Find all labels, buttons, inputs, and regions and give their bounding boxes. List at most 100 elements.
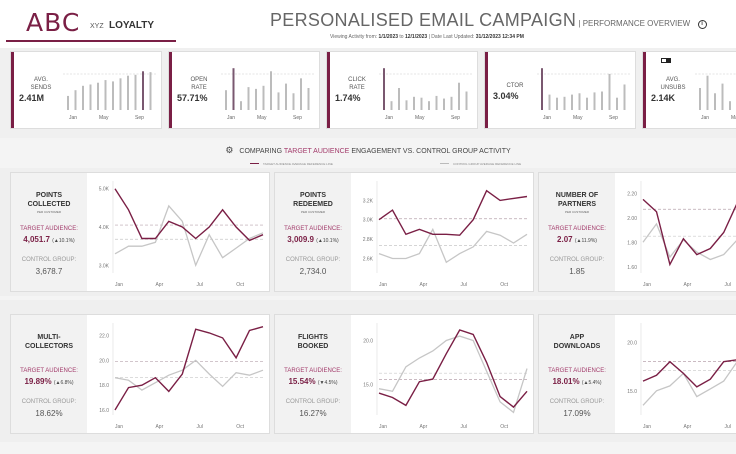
panel-row-1: POINTS COLLECTED PER CUSTOMER TARGET AUDIEN… [0,168,736,296]
kpi-bar [721,83,724,110]
logo-abc: ABC [26,8,81,37]
kpi-bar [548,94,551,110]
target-audience-label: TARGET AUDIENCE: [548,368,606,374]
metric-panel[interactable]: POINTS REDEEMED PER CUSTOMER TARGET AUDIENC… [274,172,534,292]
kpi-strip: AVG. SENDS 2.41M Jan May Sep OPEN RATE 57.71% Jan… [0,48,736,138]
metric-name-line: COLLECTORS [24,343,74,350]
y-tick-label: 4.0K [99,225,110,231]
kpi-bar [67,95,69,110]
toggle-icon[interactable] [661,58,671,63]
panel-row-2: MULTI- COLLECTORS TARGET AUDIENCE: 19.89% (… [0,300,736,442]
legend-target-swatch [250,163,259,164]
gear-icon[interactable]: ⚙ [225,145,233,156]
kpi-card[interactable]: CLICK RATE 1.74% Jan May Sep [326,51,478,129]
kpi-bar [262,85,265,110]
kpi-card[interactable]: AVG. UNSUBS 2.14K Jan May [642,51,736,129]
kpi-bar [119,78,122,110]
metric-panel[interactable]: NUMBER OF PARTNERS PER CUSTOMER TARGET AUDI… [538,172,736,292]
kpi-bar [465,91,468,110]
kpi-month-label: Sep [451,115,460,121]
target-audience-line [378,329,528,409]
kpi-bar [563,96,566,110]
kpi-bar [149,72,152,110]
kpi-month-label: May [573,115,583,121]
x-tick-label: Jan [115,424,123,430]
updated-label: | Date Last Updated: [428,34,475,40]
viewing-prefix: Viewing Activity from: [330,34,378,40]
metric-panel[interactable]: FLIGHTS BOOKED TARGET AUDIENCE: 15.54% (▼4.… [274,314,534,434]
kpi-bar-chart [537,68,631,110]
kpi-bar [307,88,310,110]
y-tick-label: 22.0 [99,333,109,339]
legend: TARGET AUDIENCE AVERAGE REFERENCE LINE C… [0,160,736,168]
header: ABC XYZ LOYALTY PERSONALISED EMAIL CAMPA… [0,0,736,48]
kpi-bar [616,97,618,110]
control-group-label: CONTROL GROUP: [285,257,341,263]
kpi-bar [277,92,280,110]
target-change: (▲11.9%) [574,238,597,244]
x-tick-label: Oct [236,424,244,430]
kpi-bar [428,101,430,110]
metric-panel[interactable]: APP DOWNLOADS TARGET AUDIENCE: 18.01% (▲5.4… [538,314,736,434]
x-tick-label: Jan [643,282,651,288]
target-audience-value: 2.07 (▲11.9%) [539,235,615,244]
y-tick-label: 16.0 [99,408,109,414]
metric-name-line: POINTS [299,192,327,199]
target-audience-label: TARGET AUDIENCE: [548,226,606,232]
target-audience-label: TARGET AUDIENCE: [20,226,78,232]
x-tick-label: Oct [236,282,244,288]
compare-heading: ⚙ COMPARING TARGET AUDIENCE ENGAGEMENT VS… [0,138,736,160]
logo-xyz: XYZ [90,23,104,30]
x-tick-label: Jul [461,424,467,430]
control-group-value: 16.27% [299,409,327,418]
panel-info: APP DOWNLOADS TARGET AUDIENCE: 18.01% (▲5.4… [539,315,615,433]
kpi-bar [593,92,596,110]
metric-line-chart: 1.60 1.80 2.00 2.20 Jan Apr Jul [627,181,736,288]
y-tick-label: 1.80 [627,240,637,246]
kpi-card[interactable]: AVG. SENDS 2.41M Jan May Sep [10,51,162,129]
kpi-card[interactable]: OPEN RATE 57.71% Jan May Sep [168,51,320,129]
x-tick-label: Apr [683,424,691,430]
kpi-accent [327,52,330,128]
kpi-month-label: May [257,115,267,121]
kpi-bar [586,97,588,110]
legend-control-label: CONTROL GROUP AVERAGE REFERENCE LINE [453,162,522,166]
metric-panel[interactable]: POINTS COLLECTED PER CUSTOMER TARGET AUDIEN… [10,172,270,292]
y-tick-label: 1.60 [627,265,637,271]
kpi-bar [247,87,250,110]
panel-info: FLIGHTS BOOKED TARGET AUDIENCE: 15.54% (▼4.… [275,315,351,433]
kpi-label: RATE [191,85,207,91]
kpi-value: 2.41M [19,93,45,103]
metric-panel[interactable]: MULTI- COLLECTORS TARGET AUDIENCE: 19.89% (… [10,314,270,434]
target-audience-label: TARGET AUDIENCE: [284,226,342,232]
kpi-card[interactable]: CTOR 3.04% Jan May Sep [484,51,636,129]
metric-name-line: POINTS [35,192,63,199]
logo[interactable]: ABC XYZ LOYALTY [6,6,176,46]
x-tick-label: Jan [115,282,123,288]
kpi-label: SENDS [30,85,52,91]
panel-info: NUMBER OF PARTNERS PER CUSTOMER TARGET AUDI… [539,173,615,291]
y-tick-label: 15.0 [363,382,373,388]
metric-name-line: COLLECTED [27,201,71,208]
panel-info: POINTS REDEEMED PER CUSTOMER TARGET AUDIENC… [275,173,351,291]
metric-name-line: PARTNERS [558,201,596,208]
title-sub: PERFORMANCE OVERVIEW [582,19,691,28]
control-group-value: 18.62% [35,409,63,418]
y-tick-label: 20.0 [363,339,373,345]
kpi-label: AVG. [666,77,680,83]
kpi-month-label: Jan [227,115,236,121]
metric-line-chart: 3.0K 4.0K 5.0K Jan Apr Jul Oct [99,181,264,288]
kpi-bar [608,73,611,110]
kpi-bar [601,91,603,110]
x-tick-label: Apr [683,282,691,288]
kpi-bar [729,101,731,110]
kpi-bar [74,90,77,110]
y-tick-label: 20.0 [99,358,109,364]
x-tick-label: Apr [419,282,427,288]
metric-name-line: REDEEMED [293,201,333,208]
kpi-label: CLICK [348,77,366,83]
control-group-value: 3,678.7 [35,267,63,276]
info-icon[interactable]: i [697,20,707,29]
kpi-accent [169,52,172,128]
legend-target: TARGET AUDIENCE AVERAGE REFERENCE LINE [250,162,333,166]
